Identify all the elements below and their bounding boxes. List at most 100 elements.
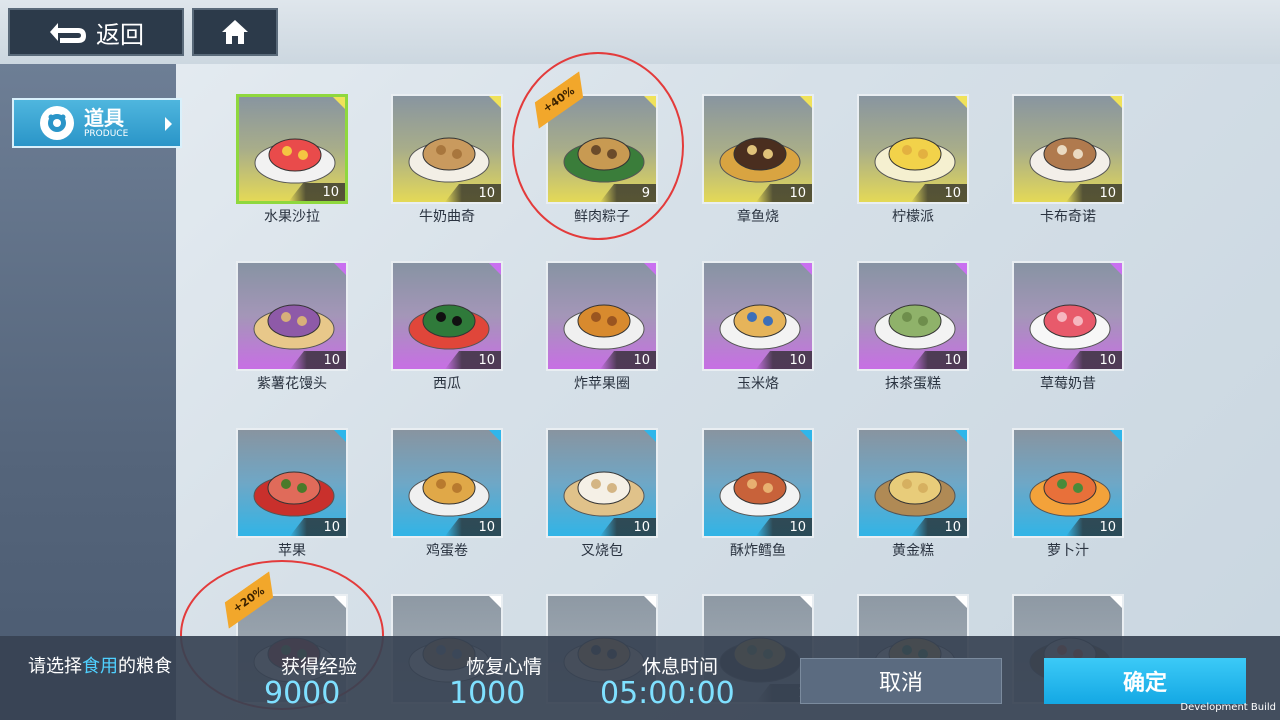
- food-item[interactable]: 10 苹果: [236, 428, 348, 562]
- food-item[interactable]: 10 玉米烙: [702, 261, 814, 395]
- quantity-text: 10: [478, 353, 495, 368]
- rarity-corner: [800, 263, 812, 275]
- food-card[interactable]: 10: [236, 428, 348, 538]
- prompt-pre: 请选择: [28, 656, 82, 677]
- rarity-corner: [489, 96, 501, 108]
- food-icon: [719, 304, 801, 350]
- prompt-highlight: 食用: [82, 656, 118, 677]
- food-card[interactable]: 10: [1012, 261, 1124, 371]
- food-icon: [1029, 304, 1111, 350]
- food-icon: [719, 471, 801, 517]
- food-card[interactable]: 10: [546, 428, 658, 538]
- tab-sub-label: PRODUCE: [84, 128, 129, 139]
- quantity-text: 10: [789, 520, 806, 535]
- food-icon: [253, 304, 335, 350]
- food-name: 抹茶蛋糕: [885, 376, 941, 392]
- tab-produce[interactable]: 道具 PRODUCE: [12, 98, 182, 148]
- food-icon: [254, 138, 336, 184]
- cancel-button[interactable]: 取消: [800, 658, 1002, 704]
- food-item[interactable]: 10 鸡蛋卷: [391, 428, 503, 562]
- food-item[interactable]: 10 西瓜: [391, 261, 503, 395]
- food-name: 酥炸鳕鱼: [730, 543, 786, 559]
- food-item[interactable]: 10 炸苹果圈: [546, 261, 658, 395]
- food-name: 水果沙拉: [264, 209, 320, 225]
- food-card[interactable]: 10: [391, 261, 503, 371]
- dev-build-label: Development Build: [1180, 702, 1276, 713]
- food-item[interactable]: 10 抹茶蛋糕: [857, 261, 969, 395]
- quantity-text: 10: [789, 186, 806, 201]
- food-card[interactable]: 10: [546, 261, 658, 371]
- quantity-text: 10: [633, 353, 650, 368]
- food-card[interactable]: 10: [236, 261, 348, 371]
- food-card[interactable]: 10: [1012, 94, 1124, 204]
- prompt-post: 的粮食: [118, 656, 172, 677]
- rarity-corner: [333, 97, 345, 109]
- food-item[interactable]: 10 紫薯花馒头: [236, 261, 348, 395]
- food-card[interactable]: 10: [391, 428, 503, 538]
- food-card[interactable]: 10: [702, 94, 814, 204]
- quantity-text: 10: [478, 520, 495, 535]
- food-item[interactable]: 10 牛奶曲奇: [391, 94, 503, 228]
- back-button[interactable]: 返回: [8, 8, 184, 56]
- food-icon: [253, 471, 335, 517]
- food-icon: [874, 137, 956, 183]
- food-card[interactable]: 10: [236, 94, 348, 204]
- food-card[interactable]: 10: [1012, 428, 1124, 538]
- food-card[interactable]: 10: [702, 261, 814, 371]
- gear-cat-icon: [40, 106, 74, 140]
- home-icon: [222, 20, 248, 44]
- rest-label: 休息时间: [642, 656, 719, 678]
- quantity-text: 10: [1099, 520, 1116, 535]
- rarity-corner: [334, 263, 346, 275]
- quantity-text: 10: [1099, 186, 1116, 201]
- food-icon: [408, 471, 490, 517]
- food-item[interactable]: 10 叉烧包: [546, 428, 658, 562]
- food-card[interactable]: 10: [857, 261, 969, 371]
- rarity-corner: [489, 430, 501, 442]
- confirm-button[interactable]: 确定: [1044, 658, 1246, 704]
- food-name: 牛奶曲奇: [419, 209, 475, 225]
- food-card[interactable]: 10: [857, 428, 969, 538]
- tab-label: 道具: [84, 105, 124, 130]
- food-item[interactable]: 10 柠檬派: [857, 94, 969, 228]
- rarity-corner: [644, 263, 656, 275]
- food-icon: [719, 137, 801, 183]
- food-item[interactable]: 10 章鱼烧: [702, 94, 814, 228]
- rarity-corner: [1110, 96, 1122, 108]
- food-name: 西瓜: [433, 376, 461, 392]
- food-item[interactable]: 10 酥炸鳕鱼: [702, 428, 814, 562]
- food-card[interactable]: 10: [702, 428, 814, 538]
- quantity-text: 10: [1099, 353, 1116, 368]
- food-name: 苹果: [278, 543, 306, 559]
- rarity-corner: [955, 430, 967, 442]
- food-item[interactable]: 10 萝卜汁: [1012, 428, 1124, 562]
- home-button[interactable]: [192, 8, 278, 56]
- food-name: 萝卜汁: [1047, 543, 1089, 559]
- rarity-corner: [955, 96, 967, 108]
- food-item[interactable]: 10 黄金糕: [857, 428, 969, 562]
- food-name: 叉烧包: [581, 543, 623, 559]
- quantity-text: 10: [789, 353, 806, 368]
- food-icon: [408, 304, 490, 350]
- food-card[interactable]: 10: [857, 94, 969, 204]
- food-card[interactable]: 10: [391, 94, 503, 204]
- sidebar: [0, 64, 176, 720]
- food-item[interactable]: 10 卡布奇诺: [1012, 94, 1124, 228]
- food-icon: [1029, 471, 1111, 517]
- food-icon: [408, 137, 490, 183]
- food-name: 鸡蛋卷: [426, 543, 468, 559]
- rarity-corner: [644, 430, 656, 442]
- rarity-corner: [955, 596, 967, 608]
- rarity-corner: [489, 596, 501, 608]
- food-item[interactable]: 10 水果沙拉: [236, 94, 348, 228]
- food-item[interactable]: 10 草莓奶昔: [1012, 261, 1124, 395]
- back-label: 返回: [96, 20, 144, 49]
- food-icon: [563, 304, 645, 350]
- food-name: 黄金糕: [892, 543, 934, 559]
- rest-value: 05:00:00: [600, 676, 735, 711]
- rarity-corner: [1110, 596, 1122, 608]
- quantity-text: 10: [944, 520, 961, 535]
- mood-label: 恢复心情: [466, 656, 543, 678]
- quantity-text: 10: [478, 186, 495, 201]
- rarity-corner: [800, 96, 812, 108]
